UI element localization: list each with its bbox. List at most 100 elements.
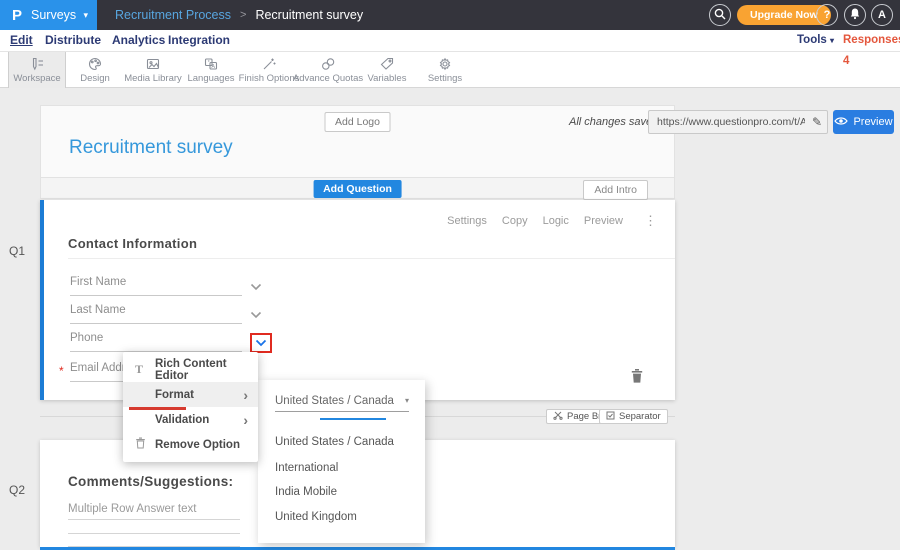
questionpro-logo: P: [12, 7, 22, 24]
question-logic-link[interactable]: Logic: [543, 215, 569, 227]
field-label-last-name[interactable]: Last Name: [70, 304, 126, 316]
svg-text:*: *: [208, 60, 210, 66]
field-options-context-menu: T Rich Content Editor Format › Validatio…: [123, 352, 258, 462]
chevron-down-icon: ▾: [405, 396, 409, 405]
menu-item-validation[interactable]: Validation ›: [123, 407, 258, 432]
bell-icon: [849, 7, 861, 23]
responses-count[interactable]: Responses: 4: [843, 30, 900, 52]
toolbar-item-languages[interactable]: A* Languages: [182, 52, 240, 88]
question-number-q2: Q2: [9, 483, 25, 497]
notifications-button[interactable]: [844, 4, 866, 26]
tab-distribute[interactable]: Distribute: [45, 30, 101, 52]
toolbar-label: Finish Options: [239, 73, 300, 84]
toolbar-item-design[interactable]: Design: [66, 52, 124, 88]
gear-icon: [437, 56, 453, 72]
menu-item-label: Format: [155, 389, 194, 401]
links-icon: [320, 56, 336, 72]
product-menu-label: Surveys: [31, 8, 76, 22]
preview-button[interactable]: Preview: [833, 110, 894, 134]
toolbar-item-advance-quotas[interactable]: Advance Quotas: [299, 52, 357, 88]
magic-wand-icon: [261, 56, 277, 72]
toolbar-item-settings[interactable]: Settings: [416, 52, 474, 88]
breadcrumb: Recruitment Process > Recruitment survey: [115, 0, 363, 30]
trash-icon: [135, 437, 155, 453]
format-option-india-mobile[interactable]: India Mobile: [275, 486, 337, 498]
submenu-arrow-icon: ›: [243, 415, 248, 425]
eye-icon: [834, 116, 848, 129]
separator-button[interactable]: Separator: [599, 409, 668, 424]
tools-label: Tools: [797, 34, 827, 46]
tag-icon: [379, 56, 395, 72]
preview-label: Preview: [853, 116, 892, 128]
phone-format-selected-value: United States / Canada: [275, 395, 394, 407]
format-option-us-canada[interactable]: United States / Canada: [275, 436, 394, 448]
field-underline: [70, 323, 242, 324]
format-option-united-kingdom[interactable]: United Kingdom: [275, 511, 357, 523]
tab-integration[interactable]: Integration: [168, 30, 230, 52]
question-copy-link[interactable]: Copy: [502, 215, 528, 227]
toolbar-item-media-library[interactable]: Media Library: [124, 52, 182, 88]
breadcrumb-separator: >: [240, 9, 246, 21]
edit-toolbar: Workspace Design Media Library A* Langua…: [0, 52, 900, 88]
required-asterisk: *: [59, 364, 64, 378]
menu-item-label: Remove Option: [155, 439, 240, 451]
format-option-international[interactable]: International: [275, 462, 338, 474]
toolbar-label: Settings: [428, 73, 462, 84]
surveys-product-menu[interactable]: P Surveys ▾: [0, 0, 97, 30]
question-number-q1: Q1: [9, 244, 25, 258]
more-options-icon[interactable]: ⋮: [644, 213, 657, 229]
top-navbar: P Surveys ▾ Recruitment Process > Recrui…: [0, 0, 900, 30]
toolbar-item-variables[interactable]: Variables: [358, 52, 416, 88]
active-option-indicator: [320, 418, 386, 420]
question-settings-link[interactable]: Settings: [447, 215, 487, 227]
format-submenu-panel: United States / Canada ▾ United States /…: [258, 380, 425, 543]
scissors-icon: [553, 410, 563, 423]
field-dropdown-chevron-icon[interactable]: [250, 278, 262, 296]
breadcrumb-folder-link[interactable]: Recruitment Process: [115, 8, 231, 22]
help-button[interactable]: ?: [816, 4, 838, 26]
chevron-down-icon: ▾: [830, 36, 834, 45]
field-dropdown-chevron-icon[interactable]: [250, 306, 262, 324]
annotation-red-box: [250, 333, 272, 353]
menu-item-label: Rich Content Editor: [155, 358, 248, 382]
field-underline: [70, 295, 242, 296]
account-avatar[interactable]: A: [871, 4, 893, 26]
add-intro-button[interactable]: Add Intro: [583, 180, 648, 200]
toolbar-label: Variables: [368, 73, 407, 84]
field-dropdown-chevron-icon-active[interactable]: [255, 334, 267, 352]
question-preview-link[interactable]: Preview: [584, 215, 623, 227]
answer-underline: [68, 519, 240, 520]
save-status: All changes saved: [569, 116, 658, 128]
workspace-icon: [29, 56, 45, 72]
field-label-first-name[interactable]: First Name: [70, 276, 126, 288]
toolbar-item-finish-options[interactable]: Finish Options: [240, 52, 298, 88]
separator-label: Separator: [619, 411, 661, 422]
add-logo-button[interactable]: Add Logo: [324, 112, 391, 132]
question-title-q1[interactable]: Contact Information: [68, 236, 197, 251]
chevron-down-icon: ▾: [83, 10, 88, 21]
survey-title[interactable]: Recruitment survey: [69, 137, 233, 159]
search-button[interactable]: [709, 4, 731, 26]
field-label-phone[interactable]: Phone: [70, 332, 103, 344]
multirow-answer-placeholder[interactable]: Multiple Row Answer text: [68, 503, 196, 515]
add-question-band: Add Question Add Intro: [40, 177, 675, 199]
edit-url-icon[interactable]: ✎: [807, 115, 827, 129]
question-title-q2[interactable]: Comments/Suggestions:: [68, 474, 233, 489]
tab-analytics[interactable]: Analytics: [112, 30, 165, 52]
delete-question-icon[interactable]: [630, 368, 644, 389]
share-url-input[interactable]: [649, 116, 807, 128]
phone-format-select[interactable]: United States / Canada ▾: [275, 390, 409, 412]
add-question-button[interactable]: Add Question: [313, 180, 402, 198]
answer-underline: [68, 533, 240, 534]
palette-icon: [87, 56, 103, 72]
menu-item-rich-content-editor[interactable]: T Rich Content Editor: [123, 357, 258, 382]
tools-menu[interactable]: Tools ▾: [797, 30, 834, 52]
tab-edit[interactable]: Edit: [10, 30, 33, 52]
svg-text:A: A: [211, 64, 215, 70]
image-icon: [145, 56, 161, 72]
toolbar-item-workspace[interactable]: Workspace: [8, 52, 66, 88]
menu-item-remove-option[interactable]: Remove Option: [123, 432, 258, 457]
menu-item-format[interactable]: Format ›: [123, 382, 258, 407]
translate-icon: A*: [203, 56, 219, 72]
share-url-box: ✎: [648, 110, 828, 134]
